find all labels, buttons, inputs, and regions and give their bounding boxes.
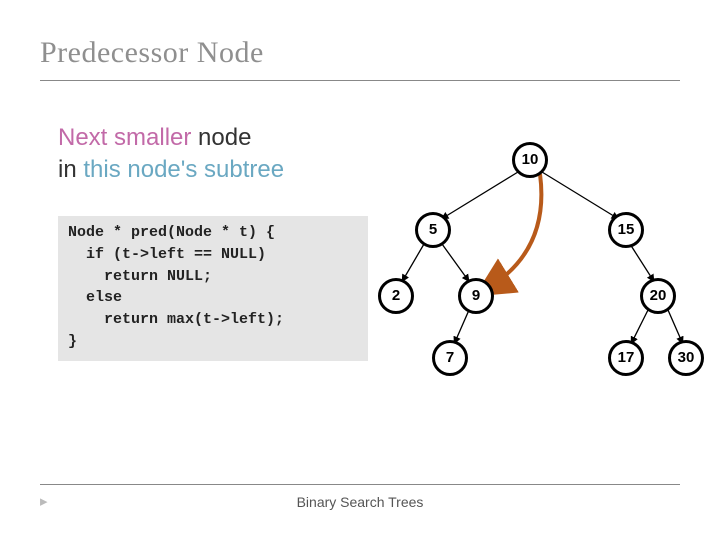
title-underline [40,80,680,81]
tree-node-5: 5 [415,212,451,248]
subtitle-this-subtree: this node's subtree [83,156,284,183]
tree-node-30: 30 [668,340,704,376]
binary-tree-diagram: 10 5 15 2 9 20 7 17 30 [370,140,700,420]
tree-node-root: 10 [512,142,548,178]
subtitle-block: Next smaller node in this node's subtree [58,122,284,187]
tree-node-2: 2 [378,278,414,314]
tree-node-17: 17 [608,340,644,376]
tree-node-20: 20 [640,278,676,314]
subtitle-in: in [58,156,83,183]
code-block: Node * pred(Node * t) { if (t->left == N… [58,216,368,361]
tree-node-7: 7 [432,340,468,376]
slide-title: Predecessor Node [40,36,264,70]
tree-node-15: 15 [608,212,644,248]
subtitle-next-smaller: Next smaller [58,124,191,151]
footer-line [40,484,680,485]
subtitle-node: node [191,124,251,151]
tree-node-9: 9 [458,278,494,314]
footer-caption: Binary Search Trees [0,494,720,510]
